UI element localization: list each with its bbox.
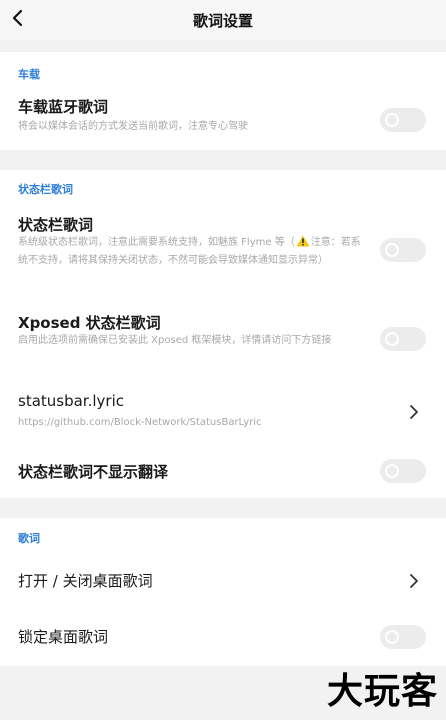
chevron-right-icon <box>410 574 418 588</box>
page-title: 歌词设置 <box>192 12 253 30</box>
car-bluetooth-lyric-title: 车载蓝牙歌词 <box>18 98 109 116</box>
toggle-knob <box>385 630 399 644</box>
statusbar-lyric-desc: 系统级状态栏歌词，注意此需要系统支持，如魅族 Flyme 等（ 注意：若系统不支持… <box>18 234 370 270</box>
section-title-statusbar: 状态栏歌词 <box>18 183 73 196</box>
statusbar-lyric-row[interactable]: 状态栏歌词 系统级状态栏歌词，注意此需要系统支持，如魅族 Flyme 等（ 注意：… <box>0 206 446 296</box>
lock-desktop-lyric-row[interactable]: 锁定桌面歌词 <box>0 614 446 662</box>
statusbar-no-translation-row[interactable]: 状态栏歌词不显示翻译 <box>0 448 446 494</box>
statusbar-lyric-desc-part1: 系统级状态栏歌词，注意此需要系统支持，如魅族 Flyme 等（ <box>18 237 295 248</box>
statusbar-lyric-link-row[interactable]: statusbar.lyric https://github.com/Block… <box>0 384 446 440</box>
toggle-knob <box>385 113 399 127</box>
car-bluetooth-lyric-row[interactable]: 车载蓝牙歌词 将会以媒体会话的方式发送当前歌词，注意专心驾驶 <box>0 88 446 148</box>
desktop-lyric-toggle-row[interactable]: 打开 / 关闭桌面歌词 <box>0 558 446 608</box>
toggle-knob <box>385 243 399 257</box>
statusbar-lyric-title: 状态栏歌词 <box>18 216 94 234</box>
app-header: 歌词设置 <box>0 0 446 40</box>
chevron-right-icon <box>410 405 418 419</box>
statusbar-settings-card: 状态栏歌词 状态栏歌词 系统级状态栏歌词，注意此需要系统支持，如魅族 Flyme… <box>0 170 446 498</box>
section-title-car: 车载 <box>18 68 40 81</box>
lock-desktop-lyric-toggle[interactable] <box>380 625 426 649</box>
lyrics-settings-card: 歌词 打开 / 关闭桌面歌词 锁定桌面歌词 <box>0 518 446 666</box>
xposed-statusbar-lyric-row[interactable]: Xposed 状态栏歌词 启用此选项前需确保已安装此 Xposed 框架模块，详… <box>0 302 446 368</box>
lock-desktop-lyric-title: 锁定桌面歌词 <box>18 628 109 646</box>
xposed-statusbar-lyric-toggle[interactable] <box>380 327 426 351</box>
statusbar-no-translation-title: 状态栏歌词不显示翻译 <box>18 463 169 481</box>
xposed-statusbar-lyric-title: Xposed 状态栏歌词 <box>18 314 161 332</box>
toggle-knob <box>385 464 399 478</box>
car-bluetooth-lyric-desc: 将会以媒体会话的方式发送当前歌词，注意专心驾驶 <box>18 121 248 132</box>
statusbar-lyric-toggle[interactable] <box>380 238 426 262</box>
warning-icon <box>296 235 310 247</box>
section-title-lyrics: 歌词 <box>18 532 40 545</box>
car-settings-card: 车载 车载蓝牙歌词 将会以媒体会话的方式发送当前歌词，注意专心驾驶 <box>0 52 446 150</box>
statusbar-no-translation-toggle[interactable] <box>380 459 426 483</box>
toggle-knob <box>385 332 399 346</box>
watermark-logo: 大玩客 <box>326 670 438 712</box>
desktop-lyric-toggle-title: 打开 / 关闭桌面歌词 <box>18 572 153 590</box>
statusbar-lyric-link-title: statusbar.lyric <box>18 392 124 410</box>
car-bluetooth-lyric-toggle[interactable] <box>380 108 426 132</box>
xposed-statusbar-lyric-desc: 启用此选项前需确保已安装此 Xposed 框架模块，详情请访问下方链接 <box>18 335 332 346</box>
statusbar-lyric-link-url[interactable]: https://github.com/Block-Network/StatusB… <box>18 414 370 432</box>
